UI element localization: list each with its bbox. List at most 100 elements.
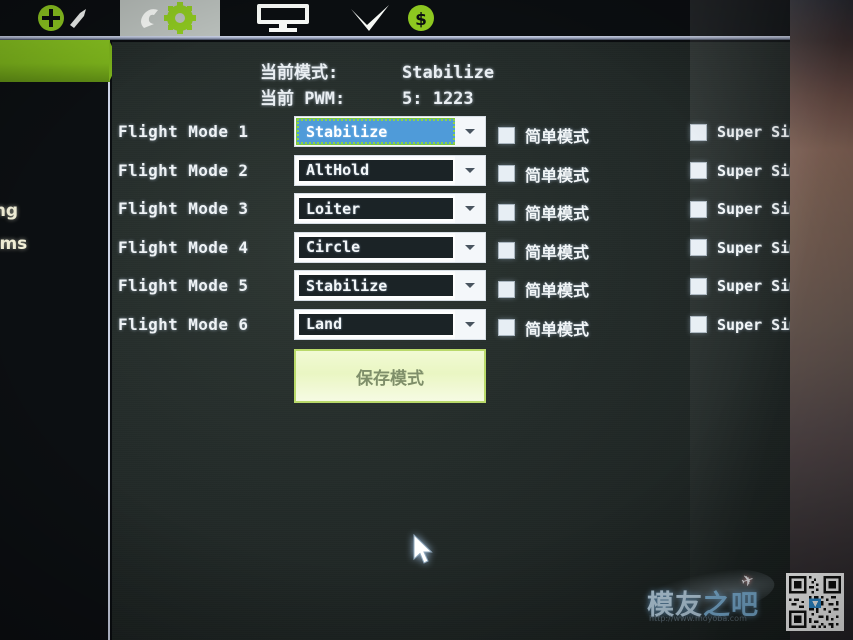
flight-mode-select-field[interactable]: Stabilize xyxy=(296,118,456,145)
simple-mode-label: 简单模式 xyxy=(525,165,590,185)
simple-mode-group: 简单模式 xyxy=(498,316,589,340)
sidebar-item-standard-params[interactable]: ams xyxy=(0,234,27,254)
super-simple-checkbox[interactable] xyxy=(690,316,707,333)
simple-mode-checkbox[interactable] xyxy=(498,242,515,259)
simple-mode-group: 简单模式 xyxy=(498,239,589,263)
super-simple-checkbox[interactable] xyxy=(690,277,707,295)
super-simple-checkbox[interactable] xyxy=(690,123,707,141)
flight-mode-select-value: Stabilize xyxy=(306,276,388,295)
chevron-down-icon[interactable] xyxy=(455,309,485,339)
super-simple-group: Super Simple xyxy=(690,316,790,334)
flight-mode-select-value: AltHold xyxy=(306,161,370,179)
chevron-down-icon[interactable] xyxy=(455,232,485,262)
main-toolbar: $ xyxy=(0,0,790,36)
toolbar-button-terminal[interactable] xyxy=(342,0,398,36)
super-simple-group: Super Simple xyxy=(690,123,790,141)
current-mode-value: Stabilize xyxy=(402,63,495,83)
super-simple-label: Super Simple xyxy=(717,123,790,141)
super-simple-label: Super Simple xyxy=(717,277,790,295)
chevron-down-icon[interactable] xyxy=(455,117,485,146)
chevron-down-icon[interactable] xyxy=(455,155,485,185)
simple-mode-group: 简单模式 xyxy=(498,200,589,224)
flight-mode-row: Flight Mode 5 Stabilize 简单模式 Super Simpl… xyxy=(112,268,790,307)
monitor-photo: $ ing ams 当前模式: Stabilize 当前 PWM: 5: 122… xyxy=(0,0,853,640)
toolbar-button-config-tuning[interactable] xyxy=(120,0,220,36)
current-mode-label: 当前模式: xyxy=(260,63,339,83)
flight-mode-label: Flight Mode 3 xyxy=(118,199,249,218)
simple-mode-checkbox[interactable] xyxy=(498,126,515,144)
flight-mode-row: Flight Mode 6 Land 简单模式 Super Simple xyxy=(112,307,790,346)
super-simple-label: Super Simple xyxy=(717,161,790,180)
sidebar: ing ams xyxy=(0,82,110,640)
qr-code xyxy=(786,573,844,631)
plus-wrench-icon xyxy=(38,5,86,31)
current-mode-row: 当前模式: Stabilize xyxy=(260,60,494,86)
watermark: ✈ 模友之吧 http://www.moyoba.com xyxy=(622,560,790,631)
sidebar-item-tuning[interactable]: ing xyxy=(0,201,18,221)
super-simple-group: Super Simple xyxy=(690,277,790,295)
flight-mode-label: Flight Mode 1 xyxy=(118,122,249,141)
flight-mode-select-value: Land xyxy=(306,315,343,333)
flight-mode-select[interactable]: AltHold xyxy=(294,154,486,186)
flight-mode-select-field[interactable]: Land xyxy=(297,311,455,337)
simple-mode-label: 简单模式 xyxy=(525,127,590,146)
flight-mode-select[interactable]: Stabilize xyxy=(294,116,486,147)
current-pwm-label: 当前 PWM: xyxy=(260,89,346,109)
flight-mode-select-field[interactable]: Stabilize xyxy=(297,273,455,298)
flight-mode-select-value: Stabilize xyxy=(306,122,388,141)
super-simple-checkbox[interactable] xyxy=(690,162,707,179)
sidebar-active-tab[interactable] xyxy=(0,40,119,82)
save-modes-button[interactable]: 保存模式 xyxy=(294,349,486,403)
super-simple-group: Super Simple xyxy=(690,200,790,218)
wrench-gear-icon xyxy=(141,2,196,34)
super-simple-label: Super Simple xyxy=(717,315,790,334)
monitor-icon xyxy=(257,4,309,32)
super-simple-group: Super Simple xyxy=(690,239,790,257)
simple-mode-label: 简单模式 xyxy=(525,242,590,262)
simple-mode-label: 简单模式 xyxy=(525,281,590,300)
chevron-down-icon[interactable] xyxy=(455,194,485,223)
simple-mode-checkbox[interactable] xyxy=(498,203,515,221)
flight-mode-rows: Flight Mode 1 Stabilize 简单模式 Super Simpl… xyxy=(112,114,790,345)
super-simple-label: Super Simple xyxy=(717,200,790,218)
simple-mode-label: 简单模式 xyxy=(525,319,590,339)
simple-mode-group: 简单模式 xyxy=(498,123,589,147)
toolbar-button-initial-setup[interactable] xyxy=(30,0,102,36)
super-simple-label: Super Simple xyxy=(717,238,790,257)
flight-mode-row: Flight Mode 3 Loiter 简单模式 Super Simple xyxy=(112,191,790,230)
flight-mode-select[interactable]: Land xyxy=(294,308,486,340)
flight-mode-row: Flight Mode 4 Circle 简单模式 Super Simple xyxy=(112,230,790,269)
save-modes-button-label: 保存模式 xyxy=(356,368,424,389)
toolbar-button-donate[interactable]: $ xyxy=(398,0,444,36)
super-simple-group: Super Simple xyxy=(690,162,790,180)
simple-mode-checkbox[interactable] xyxy=(498,280,515,298)
flight-mode-select-value: Circle xyxy=(306,238,361,256)
current-pwm-row: 当前 PWM: 5: 1223 xyxy=(260,86,494,112)
qr-code-image xyxy=(789,576,841,628)
current-pwm-value: 5: 1223 xyxy=(402,89,474,109)
simple-mode-checkbox[interactable] xyxy=(498,165,515,182)
flight-mode-select-field[interactable]: Circle xyxy=(297,234,455,260)
flight-mode-label: Flight Mode 2 xyxy=(118,160,249,180)
flight-mode-select-field[interactable]: AltHold xyxy=(297,157,455,183)
super-simple-checkbox[interactable] xyxy=(690,239,707,256)
flight-mode-select-field[interactable]: Loiter xyxy=(297,196,455,221)
chevron-down-icon[interactable] xyxy=(455,271,485,300)
flight-mode-label: Flight Mode 6 xyxy=(118,314,249,334)
simple-mode-group: 简单模式 xyxy=(498,162,589,186)
flight-mode-label: Flight Mode 5 xyxy=(118,276,249,295)
toolbar-button-simulation[interactable] xyxy=(240,0,326,36)
simple-mode-checkbox[interactable] xyxy=(498,319,515,336)
screen-area: $ ing ams 当前模式: Stabilize 当前 PWM: 5: 122… xyxy=(0,0,790,640)
simple-mode-group: 简单模式 xyxy=(498,277,589,301)
flight-mode-row: Flight Mode 1 Stabilize 简单模式 Super Simpl… xyxy=(112,114,790,153)
flight-mode-select[interactable]: Stabilize xyxy=(294,270,486,301)
flight-mode-select[interactable]: Circle xyxy=(294,231,486,263)
flight-mode-label: Flight Mode 4 xyxy=(118,237,249,257)
flight-mode-select[interactable]: Loiter xyxy=(294,193,486,224)
dollar-coin-icon: $ xyxy=(408,5,434,31)
mouse-cursor xyxy=(413,534,433,564)
svg-text:$: $ xyxy=(415,10,427,30)
super-simple-checkbox[interactable] xyxy=(690,200,707,218)
flight-mode-select-value: Loiter xyxy=(306,199,361,218)
